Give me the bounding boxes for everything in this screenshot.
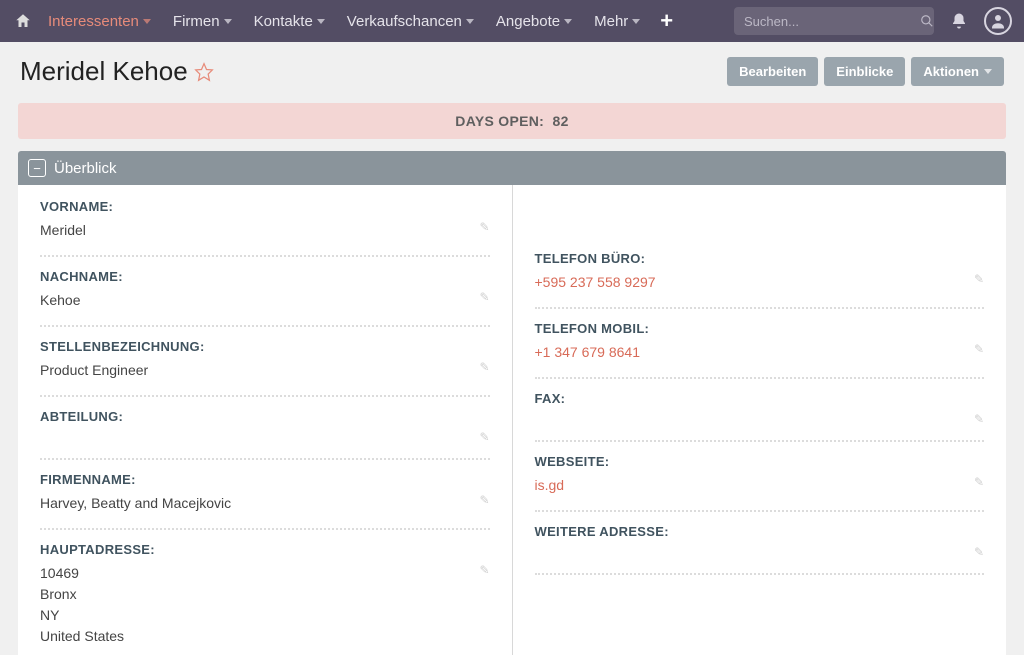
nav-label: Firmen bbox=[173, 13, 220, 30]
spacer bbox=[535, 199, 985, 251]
actions-button[interactable]: Aktionen bbox=[911, 57, 1004, 86]
right-column: TELEFON BÜRO: +595 237 558 9297 ✎ TELEFO… bbox=[513, 185, 1007, 655]
field-value: 10469 Bronx NY United States bbox=[40, 563, 473, 647]
pencil-icon[interactable]: ✎ bbox=[473, 290, 489, 304]
chevron-down-icon bbox=[143, 19, 151, 24]
field-label: TELEFON MOBIL: bbox=[535, 321, 985, 336]
field-value: Meridel bbox=[40, 220, 473, 241]
add-icon[interactable]: + bbox=[654, 8, 679, 34]
nav-kontakte[interactable]: Kontakte bbox=[246, 7, 333, 36]
field-abteilung: ABTEILUNG: ✎ bbox=[40, 409, 490, 460]
button-label: Aktionen bbox=[923, 64, 979, 79]
button-label: Bearbeiten bbox=[739, 64, 806, 79]
field-firmenname: FIRMENNAME: Harvey, Beatty and Macejkovi… bbox=[40, 472, 490, 530]
field-vorname: VORNAME: Meridel ✎ bbox=[40, 199, 490, 257]
field-label: NACHNAME: bbox=[40, 269, 490, 284]
field-telefon-buero: TELEFON BÜRO: +595 237 558 9297 ✎ bbox=[535, 251, 985, 309]
field-fax: FAX: ✎ bbox=[535, 391, 985, 442]
nav-label: Verkaufschancen bbox=[347, 13, 462, 30]
home-icon[interactable] bbox=[12, 10, 34, 32]
page-title: Meridel Kehoe bbox=[20, 56, 188, 87]
pencil-icon[interactable]: ✎ bbox=[473, 220, 489, 234]
chevron-down-icon bbox=[984, 69, 992, 74]
panel-title: Überblick bbox=[54, 160, 117, 177]
field-label: ABTEILUNG: bbox=[40, 409, 490, 424]
field-label: STELLENBEZEICHNUNG: bbox=[40, 339, 490, 354]
nav-label: Kontakte bbox=[254, 13, 313, 30]
address-line-3: NY bbox=[40, 605, 473, 626]
field-telefon-mobil: TELEFON MOBIL: +1 347 679 8641 ✎ bbox=[535, 321, 985, 379]
overview-panel: − Überblick VORNAME: Meridel ✎ NACHNAME:… bbox=[18, 151, 1006, 655]
user-avatar-icon[interactable] bbox=[984, 7, 1012, 35]
field-label: FAX: bbox=[535, 391, 985, 406]
field-label: WEBSEITE: bbox=[535, 454, 985, 469]
address-line-4: United States bbox=[40, 626, 473, 647]
pencil-icon[interactable]: ✎ bbox=[473, 430, 489, 444]
field-label: VORNAME: bbox=[40, 199, 490, 214]
search-icon[interactable] bbox=[920, 14, 934, 28]
bell-icon[interactable] bbox=[940, 12, 978, 30]
field-value[interactable]: is.gd bbox=[535, 475, 968, 496]
nav-label: Angebote bbox=[496, 13, 560, 30]
panel-body: VORNAME: Meridel ✎ NACHNAME: Kehoe ✎ STE… bbox=[18, 185, 1006, 655]
field-webseite: WEBSEITE: is.gd ✎ bbox=[535, 454, 985, 512]
field-nachname: NACHNAME: Kehoe ✎ bbox=[40, 269, 490, 327]
field-value: Kehoe bbox=[40, 290, 473, 311]
pencil-icon[interactable]: ✎ bbox=[473, 360, 489, 374]
nav-interessenten[interactable]: Interessenten bbox=[40, 7, 159, 36]
chevron-down-icon bbox=[224, 19, 232, 24]
field-hauptadresse: HAUPTADRESSE: 10469 Bronx NY United Stat… bbox=[40, 542, 490, 655]
address-line-2: Bronx bbox=[40, 584, 473, 605]
address-line-1: 10469 bbox=[40, 563, 473, 584]
pencil-icon[interactable]: ✎ bbox=[968, 475, 984, 489]
nav-verkaufschancen[interactable]: Verkaufschancen bbox=[339, 7, 482, 36]
nav-firmen[interactable]: Firmen bbox=[165, 7, 240, 36]
field-label: FIRMENNAME: bbox=[40, 472, 490, 487]
field-stellenbezeichnung: STELLENBEZEICHNUNG: Product Engineer ✎ bbox=[40, 339, 490, 397]
field-value[interactable]: +1 347 679 8641 bbox=[535, 342, 968, 363]
pencil-icon[interactable]: ✎ bbox=[968, 342, 984, 356]
field-label: HAUPTADRESSE: bbox=[40, 542, 490, 557]
pencil-icon[interactable]: ✎ bbox=[473, 563, 489, 577]
nav-label: Mehr bbox=[594, 13, 628, 30]
field-weitere-adresse: WEITERE ADRESSE: ✎ bbox=[535, 524, 985, 575]
nav-mehr[interactable]: Mehr bbox=[586, 7, 648, 36]
banner-value: 82 bbox=[553, 113, 569, 129]
chevron-down-icon bbox=[564, 19, 572, 24]
nav-angebote[interactable]: Angebote bbox=[488, 7, 580, 36]
pencil-icon[interactable]: ✎ bbox=[968, 272, 984, 286]
page-header: Meridel Kehoe Bearbeiten Einblicke Aktio… bbox=[0, 42, 1024, 97]
chevron-down-icon bbox=[466, 19, 474, 24]
top-navbar: Interessenten Firmen Kontakte Verkaufsch… bbox=[0, 0, 1024, 42]
field-value: Harvey, Beatty and Macejkovic bbox=[40, 493, 473, 514]
pencil-icon[interactable]: ✎ bbox=[968, 412, 984, 426]
days-open-banner: DAYS OPEN: 82 bbox=[18, 103, 1006, 139]
collapse-icon[interactable]: − bbox=[28, 159, 46, 177]
search-box[interactable] bbox=[734, 7, 934, 35]
field-label: TELEFON BÜRO: bbox=[535, 251, 985, 266]
pencil-icon[interactable]: ✎ bbox=[473, 493, 489, 507]
panel-header: − Überblick bbox=[18, 151, 1006, 185]
nav-label: Interessenten bbox=[48, 13, 139, 30]
search-input[interactable] bbox=[744, 14, 920, 29]
field-value: Product Engineer bbox=[40, 360, 473, 381]
field-value[interactable]: +595 237 558 9297 bbox=[535, 272, 968, 293]
edit-button[interactable]: Bearbeiten bbox=[727, 57, 818, 86]
chevron-down-icon bbox=[317, 19, 325, 24]
button-label: Einblicke bbox=[836, 64, 893, 79]
field-label: WEITERE ADRESSE: bbox=[535, 524, 985, 539]
favorite-star-icon[interactable] bbox=[194, 62, 214, 82]
insights-button[interactable]: Einblicke bbox=[824, 57, 905, 86]
chevron-down-icon bbox=[632, 19, 640, 24]
left-column: VORNAME: Meridel ✎ NACHNAME: Kehoe ✎ STE… bbox=[18, 185, 513, 655]
banner-label: DAYS OPEN: bbox=[455, 113, 544, 129]
pencil-icon[interactable]: ✎ bbox=[968, 545, 984, 559]
